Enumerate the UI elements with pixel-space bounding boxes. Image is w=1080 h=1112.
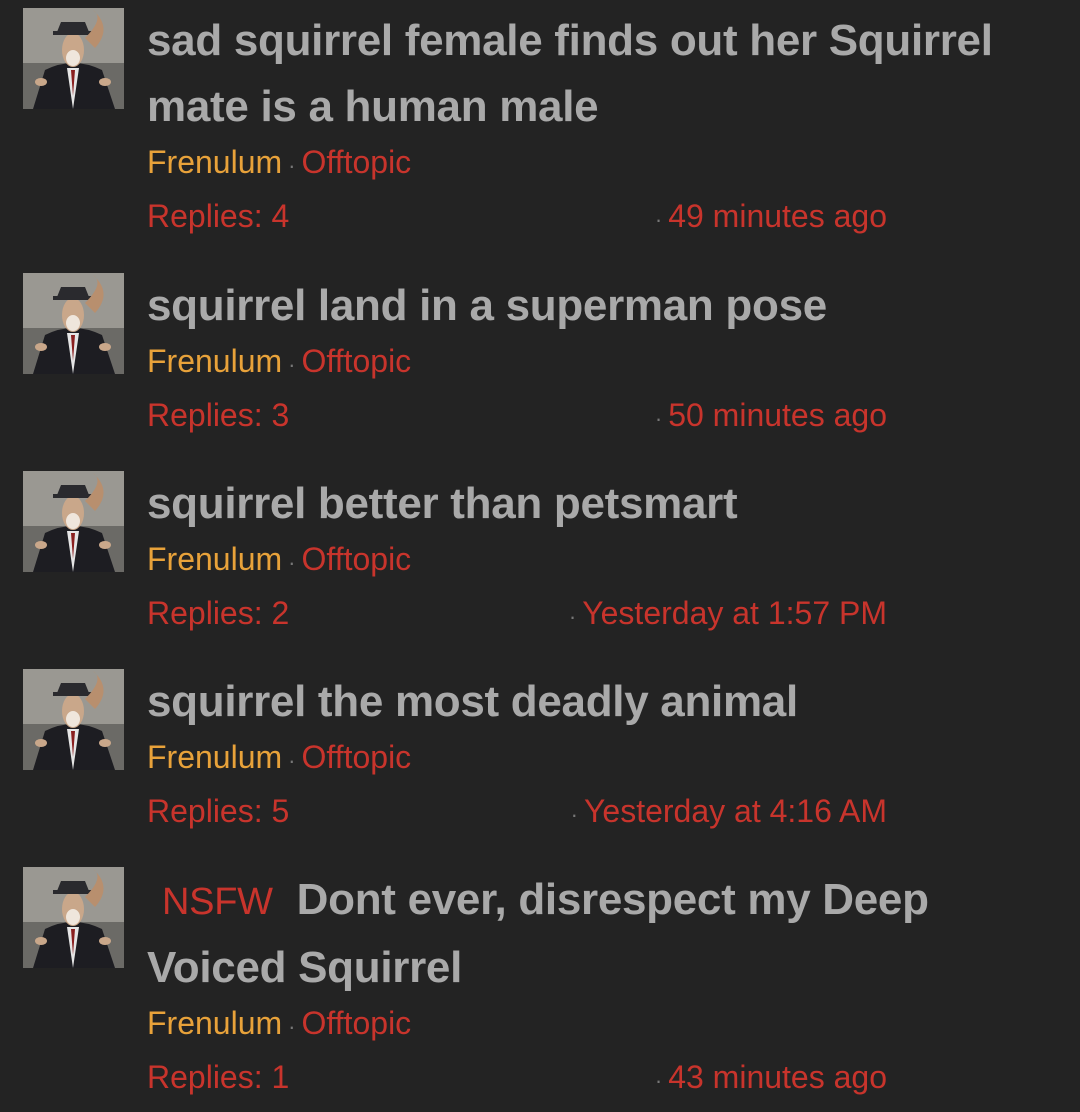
thread-stats: Replies: 3 · 50 minutes ago (147, 397, 1027, 441)
reply-count: Replies: 1 (147, 1059, 290, 1095)
thread-meta: Frenulum · Offtopic (147, 142, 1027, 186)
thread-title[interactable]: squirrel better than petsmart (147, 471, 1027, 537)
author-link[interactable]: Frenulum (147, 739, 282, 775)
time-text: 43 minutes ago (668, 1059, 887, 1095)
thread-stats: Replies: 2 · Yesterday at 1:57 PM (147, 595, 1027, 639)
time-text: Yesterday at 1:57 PM (582, 595, 887, 631)
author-link[interactable]: Frenulum (147, 343, 282, 379)
thread-stats: Replies: 1 · 43 minutes ago (147, 1059, 1027, 1103)
user-avatar[interactable] (23, 669, 124, 770)
last-post-time[interactable]: · Yesterday at 4:16 AM (571, 793, 887, 830)
user-avatar[interactable] (23, 273, 124, 374)
reply-count: Replies: 2 (147, 595, 290, 631)
last-post-time[interactable]: · Yesterday at 1:57 PM (569, 595, 887, 632)
thread-title[interactable]: sad squirrel female finds out her Squirr… (147, 8, 1027, 140)
thread-meta: Frenulum · Offtopic (147, 1003, 1027, 1047)
user-avatar[interactable] (23, 867, 124, 968)
forum-link[interactable]: Offtopic (301, 739, 411, 775)
squirrel-in-suit-avatar-icon (23, 867, 124, 968)
time-separator: · (654, 1068, 663, 1093)
reply-count: Replies: 3 (147, 397, 290, 433)
time-text: Yesterday at 4:16 AM (583, 793, 887, 829)
time-text: 50 minutes ago (668, 397, 887, 433)
reply-count: Replies: 4 (147, 198, 290, 234)
user-avatar[interactable] (23, 8, 124, 109)
thread-title[interactable]: squirrel the most deadly animal (147, 669, 1027, 735)
time-text: 49 minutes ago (668, 198, 887, 234)
author-link[interactable]: Frenulum (147, 541, 282, 577)
time-separator: · (568, 604, 577, 629)
last-post-time[interactable]: · 49 minutes ago (655, 198, 887, 235)
squirrel-in-suit-avatar-icon (23, 669, 124, 770)
thread-stats: Replies: 5 · Yesterday at 4:16 AM (147, 793, 1027, 837)
user-avatar[interactable] (23, 471, 124, 572)
last-post-time[interactable]: · 43 minutes ago (655, 1059, 887, 1096)
meta-separator: · (288, 550, 296, 575)
thread-stats: Replies: 4 · 49 minutes ago (147, 198, 1027, 242)
squirrel-in-suit-avatar-icon (23, 273, 124, 374)
meta-separator: · (288, 153, 296, 178)
author-link[interactable]: Frenulum (147, 1005, 282, 1041)
author-link[interactable]: Frenulum (147, 144, 282, 180)
time-separator: · (654, 406, 663, 431)
forum-link[interactable]: Offtopic (301, 144, 411, 180)
squirrel-in-suit-avatar-icon (23, 8, 124, 109)
forum-link[interactable]: Offtopic (301, 1005, 411, 1041)
forum-link[interactable]: Offtopic (301, 343, 411, 379)
thread-meta: Frenulum · Offtopic (147, 737, 1027, 781)
reply-count: Replies: 5 (147, 793, 290, 829)
meta-separator: · (288, 748, 296, 773)
thread-list: sad squirrel female finds out her Squirr… (0, 0, 1080, 1112)
forum-link[interactable]: Offtopic (301, 541, 411, 577)
thread-title[interactable]: NSFW Dont ever, disrespect my Deep Voiced… (147, 867, 1027, 1001)
squirrel-in-suit-avatar-icon (23, 471, 124, 572)
meta-separator: · (288, 1014, 296, 1039)
thread-title[interactable]: squirrel land in a superman pose (147, 273, 1027, 339)
time-separator: · (570, 802, 578, 827)
last-post-time[interactable]: · 50 minutes ago (655, 397, 887, 434)
nsfw-label: NSFW (162, 881, 273, 923)
time-separator: · (654, 207, 663, 232)
meta-separator: · (288, 352, 296, 377)
thread-meta: Frenulum · Offtopic (147, 539, 1027, 583)
thread-meta: Frenulum · Offtopic (147, 341, 1027, 385)
